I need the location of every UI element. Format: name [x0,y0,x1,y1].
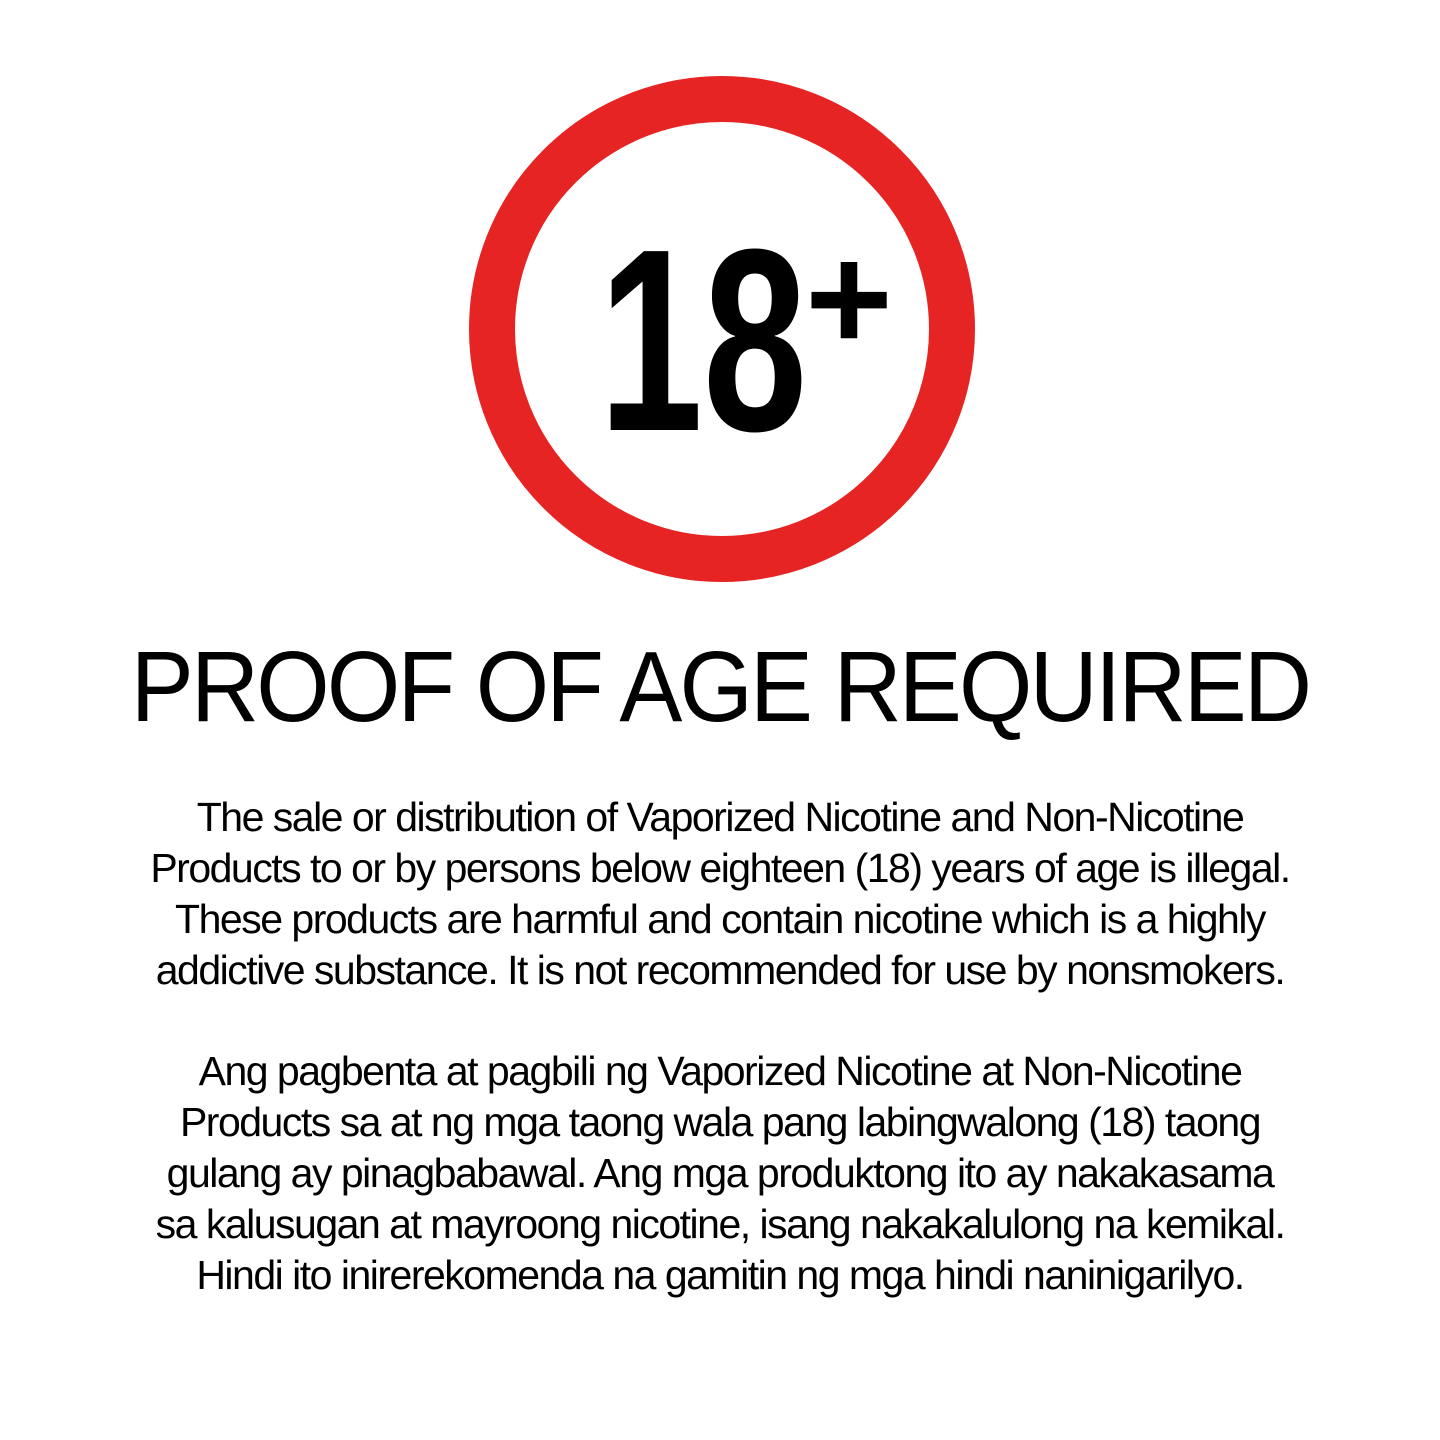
filipino-notice-line: Hindi ito inirerekomenda na gamitin ng m… [196,1252,1245,1298]
filipino-notice-line: sa kalusugan at mayroong nicotine, isang… [155,1201,1286,1247]
english-notice-line: The sale or distribution of Vaporized Ni… [196,794,1245,840]
english-notice-line: These products are harmful and contain n… [175,896,1266,942]
badge-number: 18 [599,196,807,486]
filipino-notice: Ang pagbenta at pagbili ng Vaporized Nic… [40,1046,1400,1301]
age-restriction-badge: 18 + [465,72,979,586]
filipino-notice-line: Products sa at ng mga taong wala pang la… [179,1099,1262,1145]
age-restriction-icon: 18 + [469,76,975,582]
english-notice: The sale or distribution of Vaporized Ni… [40,792,1400,996]
filipino-notice-line: gulang ay pinagbabawal. Ang mga produkto… [166,1150,1275,1196]
english-notice-line: Products to or by persons below eighteen… [150,845,1291,891]
page-title: PROOF OF AGE REQUIRED [130,631,1312,743]
english-notice-line: addictive substance. It is not recommend… [155,947,1286,993]
filipino-notice-line: Ang pagbenta at pagbili ng Vaporized Nic… [198,1048,1243,1094]
badge-plus: + [805,214,893,382]
